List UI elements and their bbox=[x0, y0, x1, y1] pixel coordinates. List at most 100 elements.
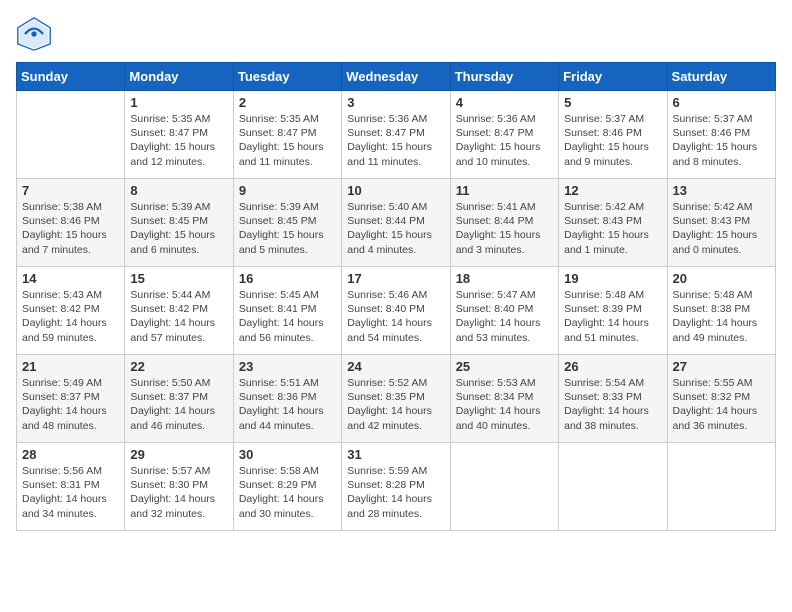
calendar-cell: 29 Sunrise: 5:57 AM Sunset: 8:30 PM Dayli… bbox=[125, 443, 233, 531]
weekday-header: Monday bbox=[125, 63, 233, 91]
day-number: 19 bbox=[564, 271, 661, 286]
cell-info: Sunrise: 5:49 AM Sunset: 8:37 PM Dayligh… bbox=[22, 376, 119, 433]
calendar-row: 14 Sunrise: 5:43 AM Sunset: 8:42 PM Dayli… bbox=[17, 267, 776, 355]
day-number: 11 bbox=[456, 183, 553, 198]
day-number: 16 bbox=[239, 271, 336, 286]
calendar-cell: 9 Sunrise: 5:39 AM Sunset: 8:45 PM Daylig… bbox=[233, 179, 341, 267]
calendar-cell: 16 Sunrise: 5:45 AM Sunset: 8:41 PM Dayli… bbox=[233, 267, 341, 355]
day-number: 28 bbox=[22, 447, 119, 462]
calendar-cell: 25Sunrise: 5:53 AM Sunset: 8:34 PM Dayli… bbox=[450, 355, 558, 443]
cell-info: Sunrise: 5:39 AM Sunset: 8:45 PM Dayligh… bbox=[130, 200, 227, 257]
calendar-row: 1 Sunrise: 5:35 AM Sunset: 8:47 PM Daylig… bbox=[17, 91, 776, 179]
calendar-row: 28 Sunrise: 5:56 AM Sunset: 8:31 PM Dayli… bbox=[17, 443, 776, 531]
cell-info: Sunrise: 5:38 AM Sunset: 8:46 PM Dayligh… bbox=[22, 200, 119, 257]
day-number: 21 bbox=[22, 359, 119, 374]
calendar-cell bbox=[559, 443, 667, 531]
day-number: 31 bbox=[347, 447, 444, 462]
calendar-row: 7 Sunrise: 5:38 AM Sunset: 8:46 PM Daylig… bbox=[17, 179, 776, 267]
calendar-cell: 30 Sunrise: 5:58 AM Sunset: 8:29 PM Dayli… bbox=[233, 443, 341, 531]
day-number: 2 bbox=[239, 95, 336, 110]
calendar-cell: 1 Sunrise: 5:35 AM Sunset: 8:47 PM Daylig… bbox=[125, 91, 233, 179]
cell-info: Sunrise: 5:43 AM Sunset: 8:42 PM Dayligh… bbox=[22, 288, 119, 345]
weekday-header: Saturday bbox=[667, 63, 775, 91]
cell-info: Sunrise: 5:41 AM Sunset: 8:44 PM Dayligh… bbox=[456, 200, 553, 257]
day-number: 10 bbox=[347, 183, 444, 198]
cell-info: Sunrise: 5:35 AM Sunset: 8:47 PM Dayligh… bbox=[239, 112, 336, 169]
cell-info: Sunrise: 5:44 AM Sunset: 8:42 PM Dayligh… bbox=[130, 288, 227, 345]
cell-info: Sunrise: 5:40 AM Sunset: 8:44 PM Dayligh… bbox=[347, 200, 444, 257]
cell-info: Sunrise: 5:45 AM Sunset: 8:41 PM Dayligh… bbox=[239, 288, 336, 345]
calendar-cell: 21 Sunrise: 5:49 AM Sunset: 8:37 PM Dayli… bbox=[17, 355, 125, 443]
calendar-cell: 11 Sunrise: 5:41 AM Sunset: 8:44 PM Dayli… bbox=[450, 179, 558, 267]
cell-info: Sunrise: 5:42 AM Sunset: 8:43 PM Dayligh… bbox=[673, 200, 770, 257]
calendar-cell bbox=[667, 443, 775, 531]
weekday-header: Thursday bbox=[450, 63, 558, 91]
day-number: 25 bbox=[456, 359, 553, 374]
logo bbox=[16, 16, 56, 52]
day-number: 18 bbox=[456, 271, 553, 286]
weekday-header: Tuesday bbox=[233, 63, 341, 91]
calendar-cell: 18Sunrise: 5:47 AM Sunset: 8:40 PM Dayli… bbox=[450, 267, 558, 355]
cell-info: Sunrise: 5:37 AM Sunset: 8:46 PM Dayligh… bbox=[673, 112, 770, 169]
day-number: 8 bbox=[130, 183, 227, 198]
day-number: 14 bbox=[22, 271, 119, 286]
cell-info: Sunrise: 5:58 AM Sunset: 8:29 PM Dayligh… bbox=[239, 464, 336, 521]
weekday-header: Wednesday bbox=[342, 63, 450, 91]
calendar-cell: 28 Sunrise: 5:56 AM Sunset: 8:31 PM Dayli… bbox=[17, 443, 125, 531]
day-number: 3 bbox=[347, 95, 444, 110]
cell-info: Sunrise: 5:54 AM Sunset: 8:33 PM Dayligh… bbox=[564, 376, 661, 433]
cell-info: Sunrise: 5:57 AM Sunset: 8:30 PM Dayligh… bbox=[130, 464, 227, 521]
cell-info: Sunrise: 5:50 AM Sunset: 8:37 PM Dayligh… bbox=[130, 376, 227, 433]
cell-info: Sunrise: 5:56 AM Sunset: 8:31 PM Dayligh… bbox=[22, 464, 119, 521]
cell-info: Sunrise: 5:39 AM Sunset: 8:45 PM Dayligh… bbox=[239, 200, 336, 257]
calendar-cell bbox=[450, 443, 558, 531]
cell-info: Sunrise: 5:46 AM Sunset: 8:40 PM Dayligh… bbox=[347, 288, 444, 345]
calendar-cell: 19 Sunrise: 5:48 AM Sunset: 8:39 PM Dayli… bbox=[559, 267, 667, 355]
day-number: 23 bbox=[239, 359, 336, 374]
calendar-row: 21 Sunrise: 5:49 AM Sunset: 8:37 PM Dayli… bbox=[17, 355, 776, 443]
calendar-table: SundayMondayTuesdayWednesdayThursdayFrid… bbox=[16, 62, 776, 531]
day-number: 29 bbox=[130, 447, 227, 462]
cell-info: Sunrise: 5:51 AM Sunset: 8:36 PM Dayligh… bbox=[239, 376, 336, 433]
cell-info: Sunrise: 5:48 AM Sunset: 8:38 PM Dayligh… bbox=[673, 288, 770, 345]
day-number: 26 bbox=[564, 359, 661, 374]
day-number: 7 bbox=[22, 183, 119, 198]
calendar-header: SundayMondayTuesdayWednesdayThursdayFrid… bbox=[17, 63, 776, 91]
cell-info: Sunrise: 5:36 AM Sunset: 8:47 PM Dayligh… bbox=[347, 112, 444, 169]
calendar-cell bbox=[17, 91, 125, 179]
calendar-cell: 23 Sunrise: 5:51 AM Sunset: 8:36 PM Dayli… bbox=[233, 355, 341, 443]
calendar-cell: 13 Sunrise: 5:42 AM Sunset: 8:43 PM Dayli… bbox=[667, 179, 775, 267]
cell-info: Sunrise: 5:48 AM Sunset: 8:39 PM Dayligh… bbox=[564, 288, 661, 345]
day-number: 9 bbox=[239, 183, 336, 198]
calendar-cell: 14 Sunrise: 5:43 AM Sunset: 8:42 PM Dayli… bbox=[17, 267, 125, 355]
calendar-cell: 5Sunrise: 5:37 AM Sunset: 8:46 PM Daylig… bbox=[559, 91, 667, 179]
calendar-cell: 4 Sunrise: 5:36 AM Sunset: 8:47 PM Daylig… bbox=[450, 91, 558, 179]
weekday-header: Sunday bbox=[17, 63, 125, 91]
day-number: 4 bbox=[456, 95, 553, 110]
day-number: 12 bbox=[564, 183, 661, 198]
day-number: 13 bbox=[673, 183, 770, 198]
logo-icon bbox=[16, 16, 52, 52]
calendar-cell: 27 Sunrise: 5:55 AM Sunset: 8:32 PM Dayli… bbox=[667, 355, 775, 443]
calendar-cell: 7 Sunrise: 5:38 AM Sunset: 8:46 PM Daylig… bbox=[17, 179, 125, 267]
cell-info: Sunrise: 5:55 AM Sunset: 8:32 PM Dayligh… bbox=[673, 376, 770, 433]
calendar-cell: 20 Sunrise: 5:48 AM Sunset: 8:38 PM Dayli… bbox=[667, 267, 775, 355]
calendar-cell: 15Sunrise: 5:44 AM Sunset: 8:42 PM Dayli… bbox=[125, 267, 233, 355]
cell-info: Sunrise: 5:36 AM Sunset: 8:47 PM Dayligh… bbox=[456, 112, 553, 169]
day-number: 1 bbox=[130, 95, 227, 110]
calendar-cell: 31 Sunrise: 5:59 AM Sunset: 8:28 PM Dayli… bbox=[342, 443, 450, 531]
day-number: 30 bbox=[239, 447, 336, 462]
day-number: 27 bbox=[673, 359, 770, 374]
calendar-cell: 2 Sunrise: 5:35 AM Sunset: 8:47 PM Daylig… bbox=[233, 91, 341, 179]
cell-info: Sunrise: 5:35 AM Sunset: 8:47 PM Dayligh… bbox=[130, 112, 227, 169]
cell-info: Sunrise: 5:52 AM Sunset: 8:35 PM Dayligh… bbox=[347, 376, 444, 433]
page-header bbox=[16, 16, 776, 52]
day-number: 20 bbox=[673, 271, 770, 286]
calendar-cell: 24 Sunrise: 5:52 AM Sunset: 8:35 PM Dayli… bbox=[342, 355, 450, 443]
calendar-cell: 12Sunrise: 5:42 AM Sunset: 8:43 PM Dayli… bbox=[559, 179, 667, 267]
cell-info: Sunrise: 5:59 AM Sunset: 8:28 PM Dayligh… bbox=[347, 464, 444, 521]
day-number: 24 bbox=[347, 359, 444, 374]
cell-info: Sunrise: 5:37 AM Sunset: 8:46 PM Dayligh… bbox=[564, 112, 661, 169]
calendar-cell: 3 Sunrise: 5:36 AM Sunset: 8:47 PM Daylig… bbox=[342, 91, 450, 179]
calendar-cell: 17Sunrise: 5:46 AM Sunset: 8:40 PM Dayli… bbox=[342, 267, 450, 355]
